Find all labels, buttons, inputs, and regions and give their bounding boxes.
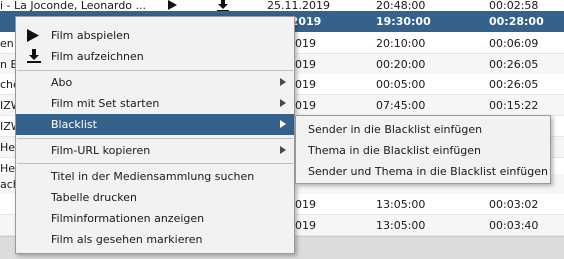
menu-item-label: Blacklist	[51, 118, 97, 131]
menu-item-start-with-set[interactable]: Film mit Set starten	[16, 93, 294, 114]
menu-item-mark-seen[interactable]: Film als gesehen markieren	[16, 229, 294, 250]
cell-duration: 00:28:00	[489, 15, 544, 28]
menu-separator	[17, 70, 293, 71]
menu-item-copy-url[interactable]: Film-URL kopieren	[16, 140, 294, 161]
chevron-right-icon	[280, 78, 286, 86]
menu-item-label: Filminformationen anzeigen	[51, 212, 205, 225]
cell-duration: 00:03:02	[489, 198, 539, 211]
cell-time: 19:30:00	[376, 15, 431, 28]
chevron-right-icon	[280, 146, 286, 154]
menu-item-print-table[interactable]: Tabelle drucken	[16, 187, 294, 208]
chevron-right-icon	[280, 99, 286, 107]
menu-item-play[interactable]: Film abspielen	[16, 25, 294, 46]
cell-duration: 00:26:05	[489, 78, 539, 91]
cell-duration: 00:06:09	[489, 37, 539, 50]
cell-time: 20:10:00	[376, 37, 426, 50]
download-icon	[27, 49, 41, 63]
cell-time: 00:20:00	[376, 58, 426, 71]
context-menu: Film abspielen Film aufzeichnen Abo Film…	[15, 16, 295, 254]
cell-time: 07:45:00	[376, 99, 426, 112]
cell-duration: 00:03:40	[489, 219, 539, 232]
menu-item-film-info[interactable]: Filminformationen anzeigen	[16, 208, 294, 229]
cell-duration: 00:26:05	[489, 58, 539, 71]
submenu-item-add-thema[interactable]: Thema in die Blacklist einfügen	[296, 140, 550, 161]
submenu-item-add-sender-thema[interactable]: Sender und Thema in die Blacklist einfüg…	[296, 161, 550, 182]
menu-item-abo[interactable]: Abo	[16, 72, 294, 93]
cell-time: 13:05:00	[376, 219, 426, 232]
submenu-item-label: Sender und Thema in die Blacklist einfüg…	[308, 165, 548, 178]
play-icon	[27, 29, 39, 42]
menu-separator	[17, 138, 293, 139]
menu-separator	[17, 163, 293, 164]
menu-item-label: Film mit Set starten	[51, 97, 160, 110]
cell-time: 00:05:00	[376, 78, 426, 91]
submenu-item-label: Thema in die Blacklist einfügen	[308, 144, 482, 157]
menu-item-blacklist[interactable]: Blacklist	[16, 114, 294, 135]
play-icon[interactable]	[168, 0, 177, 10]
menu-item-search-title[interactable]: Titel in der Mediensammlung suchen	[16, 166, 294, 187]
menu-item-label: Tabelle drucken	[51, 191, 138, 204]
cell-time: 13:05:00	[376, 198, 426, 211]
menu-item-label: Film als gesehen markieren	[51, 233, 203, 246]
menu-item-record[interactable]: Film aufzeichnen	[16, 46, 294, 67]
menu-item-label: Film abspielen	[51, 29, 130, 42]
submenu-item-label: Sender in die Blacklist einfügen	[308, 123, 483, 136]
chevron-right-icon	[280, 120, 286, 128]
blacklist-submenu: Sender in die Blacklist einfügen Thema i…	[295, 115, 551, 184]
cell-duration: 00:15:22	[489, 99, 539, 112]
menu-item-label: Titel in der Mediensammlung suchen	[51, 170, 255, 183]
submenu-item-add-sender[interactable]: Sender in die Blacklist einfügen	[296, 119, 550, 140]
menu-item-label: Abo	[51, 76, 73, 89]
menu-item-label: Film-URL kopieren	[51, 144, 151, 157]
menu-item-label: Film aufzeichnen	[51, 50, 144, 63]
